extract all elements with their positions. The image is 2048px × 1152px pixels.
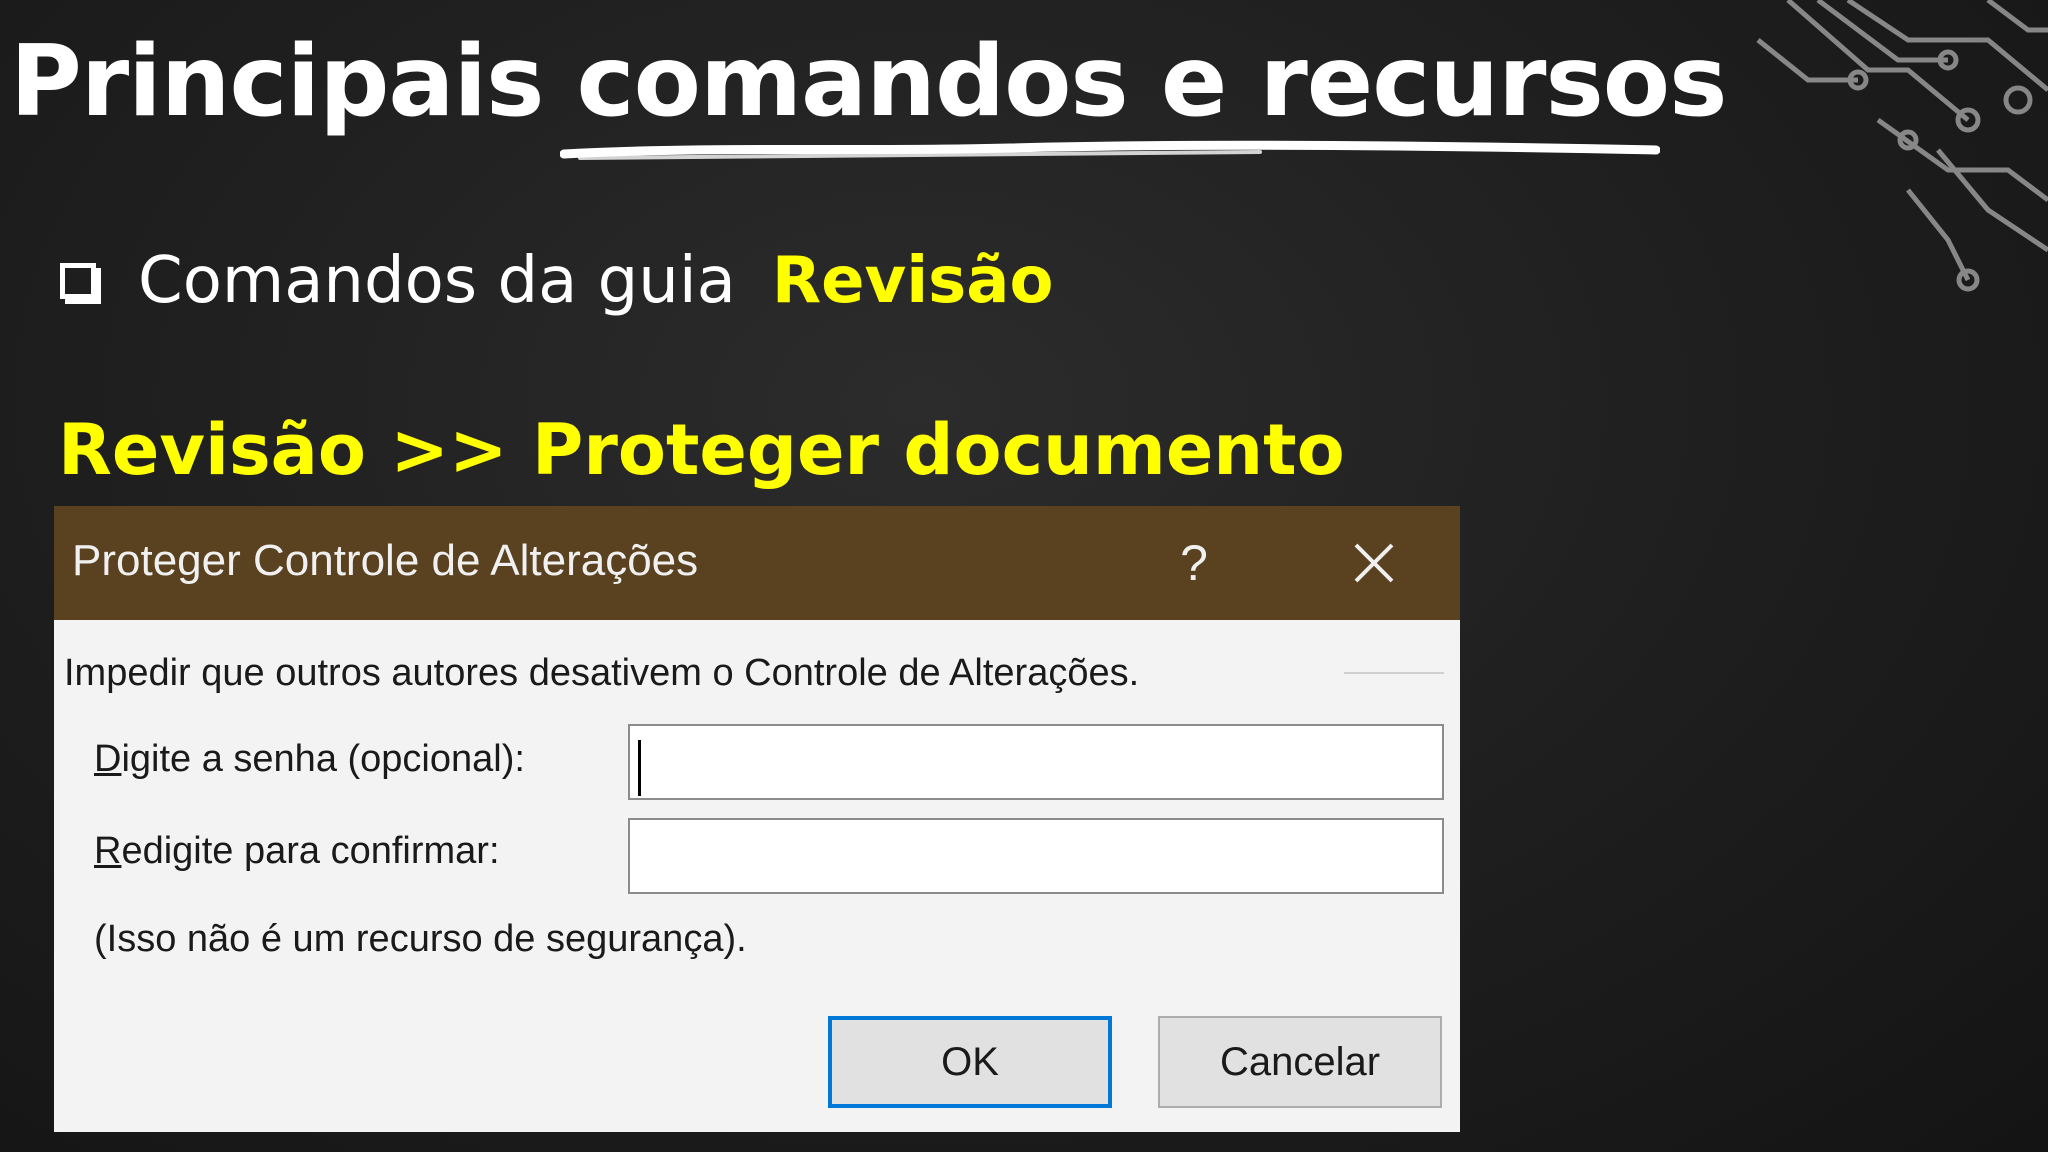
security-note: (Isso não é um recurso de segurança). xyxy=(94,918,747,960)
bullet-highlight: Revisão xyxy=(771,244,1054,318)
text-caret xyxy=(638,740,641,796)
confirm-label: Redigite para confirmar: xyxy=(94,830,500,873)
ok-button[interactable]: OK xyxy=(828,1016,1112,1108)
password-label: Digite a senha (opcional): xyxy=(94,738,525,781)
dialog-description: Impedir que outros autores desativem o C… xyxy=(64,652,1140,694)
confirm-password-input[interactable] xyxy=(628,818,1444,894)
close-button[interactable] xyxy=(1334,526,1414,600)
title-underline-stroke xyxy=(560,140,1660,160)
password-label-text: igite a senha (opcional): xyxy=(121,738,525,780)
confirm-label-mnemonic: R xyxy=(94,830,122,872)
dialog-title: Proteger Controle de Alterações xyxy=(72,536,699,585)
cancel-button[interactable]: Cancelar xyxy=(1158,1016,1442,1108)
menu-path-heading: Revisão >> Proteger documento xyxy=(58,409,1345,491)
close-icon xyxy=(1354,543,1394,583)
slide-title: Principais comandos e recursos xyxy=(10,25,1727,139)
protect-tracked-changes-dialog: Proteger Controle de Alterações ? Impedi… xyxy=(54,506,1460,1132)
confirm-label-text: edigite para confirmar: xyxy=(121,830,500,872)
dialog-titlebar: Proteger Controle de Alterações ? xyxy=(54,506,1460,620)
description-separator xyxy=(1344,672,1444,674)
checkbox-bullet-icon xyxy=(60,263,96,299)
password-label-mnemonic: D xyxy=(94,738,122,780)
help-button[interactable]: ? xyxy=(1154,526,1234,600)
circuit-decoration-icon xyxy=(1756,0,2048,292)
bullet-item: Comandos da guia Revisão xyxy=(60,236,1053,326)
password-input[interactable] xyxy=(628,724,1444,800)
bullet-text: Comandos da guia xyxy=(138,244,736,318)
